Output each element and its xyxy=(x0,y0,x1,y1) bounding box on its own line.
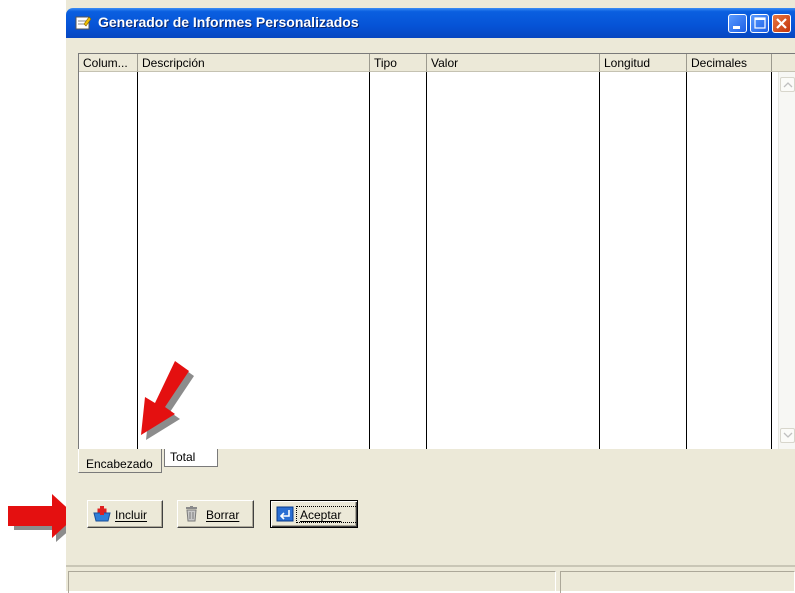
column-header-tipo[interactable]: Tipo xyxy=(370,54,427,72)
tab-total[interactable]: Total xyxy=(164,449,218,467)
arrow-pointing-to-encabezado-tab xyxy=(141,361,194,440)
column-divider xyxy=(369,72,370,449)
tab-encabezado[interactable]: Encabezado xyxy=(78,449,162,473)
grid-header: Colum... Descripción Tipo Valor Longitud… xyxy=(79,54,795,72)
incluir-label: Incluir xyxy=(115,508,148,522)
maximize-button[interactable] xyxy=(750,14,769,33)
column-header-longitud[interactable]: Longitud xyxy=(600,54,687,72)
status-panel-right xyxy=(560,571,795,593)
section-tabs: Encabezado Total xyxy=(78,449,378,473)
maximize-icon xyxy=(754,17,766,29)
close-button[interactable] xyxy=(772,14,791,33)
enter-icon xyxy=(276,506,294,522)
column-header-decimales[interactable]: Decimales xyxy=(687,54,772,72)
minimize-icon xyxy=(733,26,740,29)
incluir-button[interactable]: Incluir xyxy=(87,500,163,528)
chevron-up-icon xyxy=(783,82,793,88)
window-title: Generador de Informes Personalizados xyxy=(98,14,359,30)
borrar-button[interactable]: Borrar xyxy=(177,500,254,528)
column-divider xyxy=(686,72,687,449)
status-bar xyxy=(66,565,795,593)
chevron-down-icon xyxy=(783,432,793,438)
report-editor-icon xyxy=(75,16,91,30)
title-bar[interactable]: Generador de Informes Personalizados xyxy=(66,8,795,38)
borrar-label: Borrar xyxy=(206,508,240,522)
column-header-filler xyxy=(772,54,795,72)
close-icon xyxy=(776,18,787,29)
column-header-descripcion[interactable]: Descripción xyxy=(138,54,370,72)
aceptar-button[interactable]: Aceptar xyxy=(270,500,358,528)
column-divider xyxy=(426,72,427,449)
add-record-icon xyxy=(93,506,111,522)
aceptar-label: Aceptar xyxy=(300,508,342,522)
scroll-up-button[interactable] xyxy=(780,77,795,92)
column-header-valor[interactable]: Valor xyxy=(427,54,600,72)
scroll-down-button[interactable] xyxy=(780,428,795,443)
status-panel-left xyxy=(68,571,556,593)
minimize-button[interactable] xyxy=(728,14,747,33)
column-divider xyxy=(599,72,600,449)
trash-icon xyxy=(186,506,197,522)
column-header-colum[interactable]: Colum... xyxy=(79,54,138,72)
column-divider xyxy=(771,72,772,449)
report-generator-window: Generador de Informes Personalizados Col… xyxy=(66,0,795,593)
vertical-scrollbar[interactable] xyxy=(778,72,795,449)
